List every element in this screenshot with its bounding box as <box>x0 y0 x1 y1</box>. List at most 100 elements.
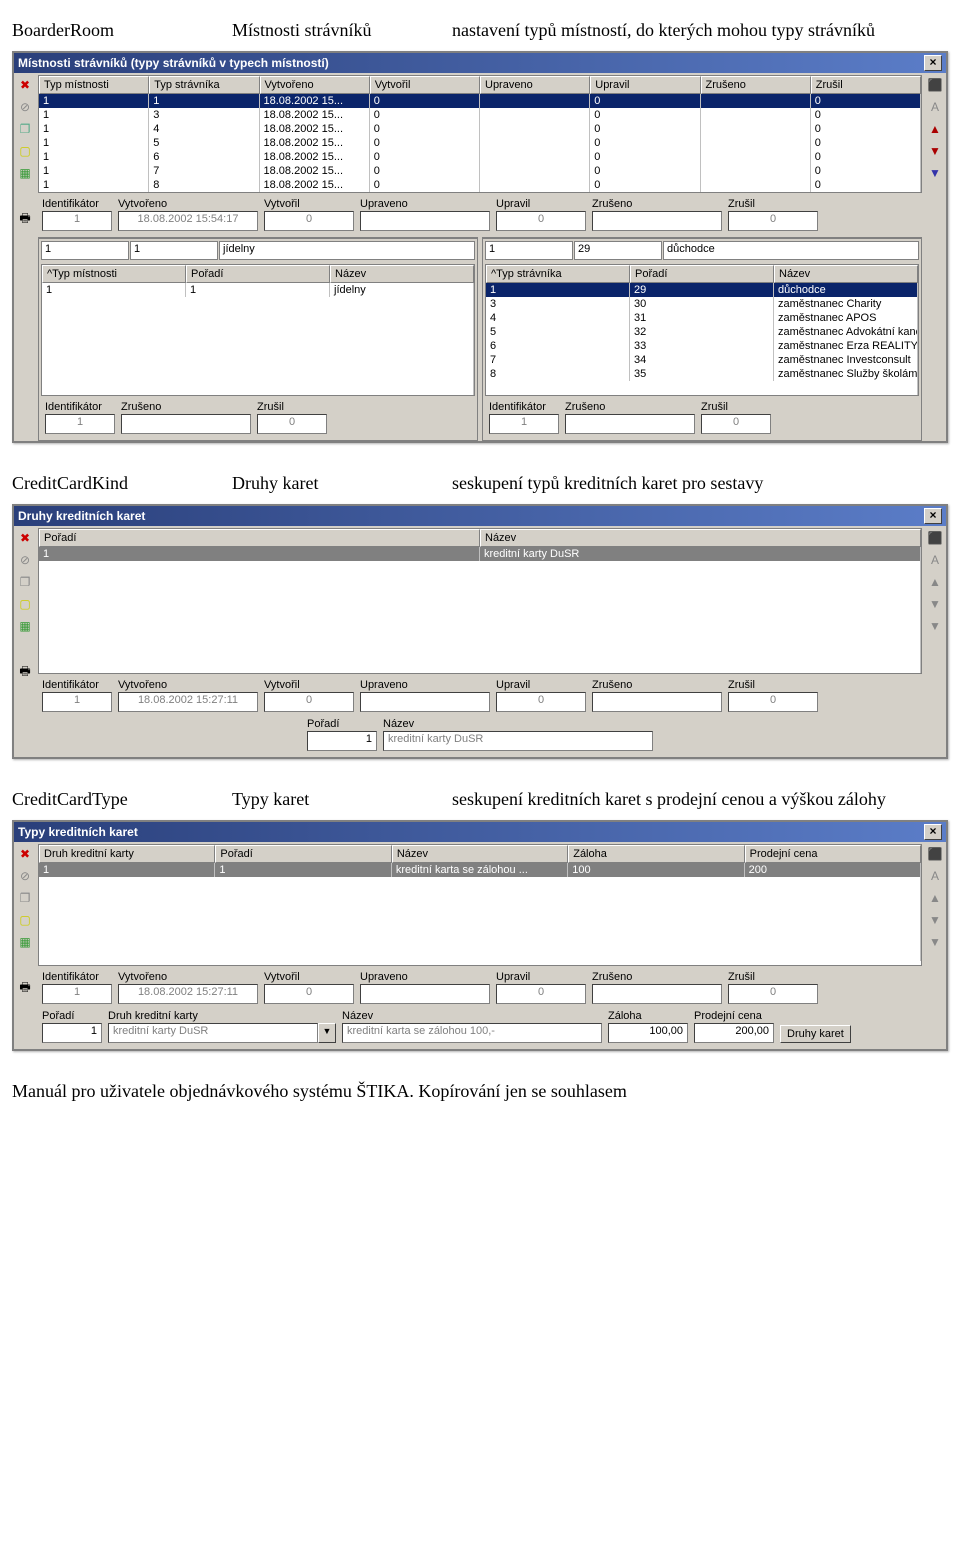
right-grid[interactable]: ^Typ strávníkaPořadíNázev 129důchodce330… <box>485 264 919 396</box>
left-grid[interactable]: ^Typ místnostiPořadíNázev 11jídelny <box>41 264 475 396</box>
link-icon[interactable]: ▦ <box>16 933 34 951</box>
cancel-icon[interactable]: ⊘ <box>16 551 34 569</box>
cancel-icon[interactable]: ⊘ <box>16 867 34 885</box>
field: Identifikátor1 <box>45 401 115 434</box>
link-icon[interactable]: ▦ <box>16 164 34 182</box>
copy-icon[interactable]: ❐ <box>16 889 34 907</box>
column-header[interactable]: Název <box>480 529 921 547</box>
bookmark-icon[interactable]: ⬛ <box>926 529 944 547</box>
field: Zrušil0 <box>257 401 327 434</box>
edit-input[interactable]: 1 <box>42 1023 102 1043</box>
column-header[interactable]: Název <box>392 845 568 863</box>
column-header[interactable]: Zrušil <box>811 76 921 94</box>
chevron-down-icon[interactable]: ▼ <box>926 933 944 951</box>
edit-input[interactable]: 100,00 <box>608 1023 688 1043</box>
filter-input[interactable]: 1 <box>41 241 129 260</box>
arrow-up-icon[interactable]: ▲ <box>926 573 944 591</box>
filter-input[interactable]: jídelny <box>219 241 475 260</box>
font-icon[interactable]: A <box>926 867 944 885</box>
table-row[interactable]: 11jídelny <box>42 283 474 297</box>
table-row[interactable]: 431zaměstnanec APOS <box>486 311 918 325</box>
arrow-up-icon[interactable]: ▲ <box>926 120 944 138</box>
new-icon[interactable]: ▢ <box>16 911 34 929</box>
cancel-icon[interactable]: ⊘ <box>16 98 34 116</box>
table-row[interactable]: 330zaměstnanec Charity <box>486 297 918 311</box>
edit-input[interactable]: 200,00 <box>694 1023 774 1043</box>
column-header[interactable]: Vytvořil <box>370 76 480 94</box>
table-row[interactable]: 11kreditní karta se zálohou ...100200 <box>39 863 921 877</box>
delete-icon[interactable]: ✖ <box>16 845 34 863</box>
column-header[interactable]: ^Typ místnosti <box>42 265 186 283</box>
font-icon[interactable]: A <box>926 551 944 569</box>
table-row[interactable]: 1718.08.2002 15...000 <box>39 164 921 178</box>
font-icon[interactable]: A <box>926 98 944 116</box>
main-grid[interactable]: Druh kreditní kartyPořadíNázevZálohaProd… <box>38 844 922 966</box>
section-desc: seskupení typů kreditních karet pro sest… <box>452 473 948 494</box>
print-icon[interactable]: 🖶 <box>16 210 34 228</box>
filter-input[interactable]: důchodce <box>663 241 919 260</box>
druhy-karet-button[interactable]: Druhy karet <box>780 1025 851 1043</box>
arrow-down-icon[interactable]: ▼ <box>926 595 944 613</box>
edit-input[interactable]: kreditní karta se zálohou 100,- <box>342 1023 602 1043</box>
copy-icon[interactable]: ❐ <box>16 573 34 591</box>
table-row[interactable]: 1518.08.2002 15...000 <box>39 136 921 150</box>
column-header[interactable]: Pořadí <box>186 265 330 283</box>
left-subpanel: 11jídelny ^Typ místnostiPořadíNázev 11jí… <box>38 237 478 441</box>
column-header[interactable]: Typ strávníka <box>149 76 259 94</box>
column-header[interactable]: Druh kreditní karty <box>39 845 215 863</box>
bookmark-icon[interactable]: ⬛ <box>926 845 944 863</box>
filter-input[interactable]: 29 <box>574 241 662 260</box>
table-row[interactable]: 1818.08.2002 15...000 <box>39 178 921 192</box>
table-row[interactable]: 1418.08.2002 15...000 <box>39 122 921 136</box>
edit-input[interactable]: 1 <box>307 731 377 751</box>
table-row[interactable]: 1118.08.2002 15...000 <box>39 94 921 108</box>
table-row[interactable]: 532zaměstnanec Advokátní kancel... <box>486 325 918 339</box>
table-row[interactable]: 1318.08.2002 15...000 <box>39 108 921 122</box>
column-header[interactable]: Typ místnosti <box>39 76 149 94</box>
table-row[interactable]: 633zaměstnanec Erza REALITY <box>486 339 918 353</box>
filter-input[interactable]: 1 <box>130 241 218 260</box>
column-header[interactable]: Vytvořeno <box>260 76 370 94</box>
copy-icon[interactable]: ❐ <box>16 120 34 138</box>
column-header[interactable]: Pořadí <box>630 265 774 283</box>
column-header[interactable]: ^Typ strávníka <box>486 265 630 283</box>
new-icon[interactable]: ▢ <box>16 595 34 613</box>
combo-input[interactable]: kreditní karty DuSR <box>108 1023 318 1043</box>
arrow-down-icon[interactable]: ▼ <box>926 911 944 929</box>
table-row[interactable]: 1kreditní karty DuSR <box>39 547 921 561</box>
column-header[interactable]: Upravil <box>590 76 700 94</box>
close-icon[interactable]: × <box>924 508 942 524</box>
arrow-down-icon[interactable]: ▼ <box>926 142 944 160</box>
column-header[interactable]: Pořadí <box>215 845 391 863</box>
main-grid[interactable]: PořadíNázev 1kreditní karty DuSR <box>38 528 922 674</box>
arrow-up-icon[interactable]: ▲ <box>926 889 944 907</box>
new-icon[interactable]: ▢ <box>16 142 34 160</box>
print-icon[interactable]: 🖶 <box>16 979 34 997</box>
chevron-down-icon[interactable]: ▼ <box>318 1023 336 1043</box>
column-header[interactable]: Název <box>330 265 474 283</box>
delete-icon[interactable]: ✖ <box>16 529 34 547</box>
edit-input[interactable]: kreditní karty DuSR <box>383 731 653 751</box>
chevron-down-icon[interactable]: ▼ <box>926 164 944 182</box>
column-header[interactable]: Zrušeno <box>701 76 811 94</box>
table-row[interactable]: 129důchodce <box>486 283 918 297</box>
column-header[interactable]: Záloha <box>568 845 744 863</box>
readonly-field: 18.08.2002 15:27:11 <box>118 692 258 712</box>
link-icon[interactable]: ▦ <box>16 617 34 635</box>
table-row[interactable]: 835zaměstnanec Služby školám <box>486 367 918 381</box>
chevron-down-icon[interactable]: ▼ <box>926 617 944 635</box>
column-header[interactable]: Prodejní cena <box>745 845 921 863</box>
close-icon[interactable]: × <box>924 55 942 71</box>
table-row[interactable]: 734zaměstnanec Investconsult <box>486 353 918 367</box>
filter-input[interactable]: 1 <box>485 241 573 260</box>
column-header[interactable]: Název <box>774 265 918 283</box>
close-icon[interactable]: × <box>924 824 942 840</box>
delete-icon[interactable]: ✖ <box>16 76 34 94</box>
main-grid[interactable]: Typ místnostiTyp strávníkaVytvořenoVytvo… <box>38 75 922 193</box>
print-icon[interactable]: 🖶 <box>16 663 34 681</box>
table-row[interactable]: 1618.08.2002 15...000 <box>39 150 921 164</box>
readonly-field: 0 <box>264 211 354 231</box>
bookmark-icon[interactable]: ⬛ <box>926 76 944 94</box>
column-header[interactable]: Upraveno <box>480 76 590 94</box>
column-header[interactable]: Pořadí <box>39 529 480 547</box>
